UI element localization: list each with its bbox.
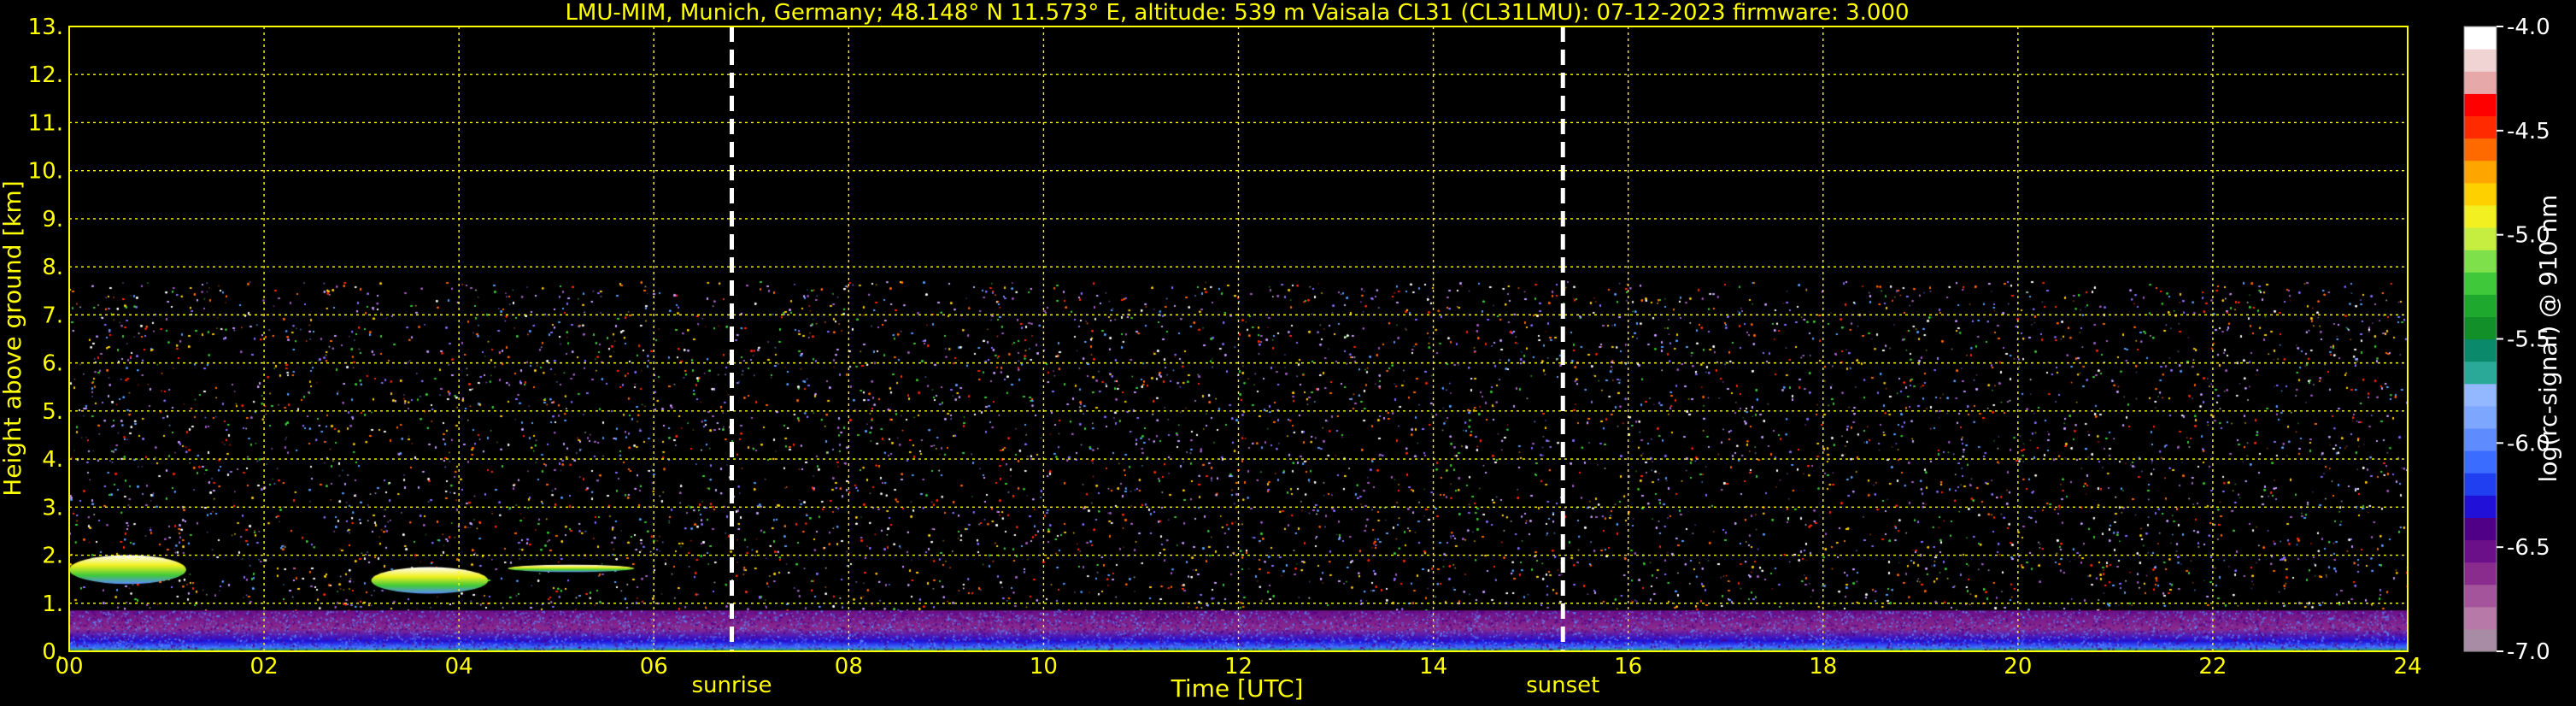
y-tick-label: 12. [28, 62, 63, 88]
colorbar-segment [2464, 584, 2497, 608]
x-tick-label: 22 [2198, 654, 2227, 680]
x-tick-label: 24 [2393, 654, 2421, 680]
colorbar-segment [2464, 338, 2497, 362]
colorbar-tick-label: -7.0 [2507, 639, 2550, 665]
sunrise-label: sunrise [691, 673, 772, 698]
y-tick-label: 3. [42, 495, 63, 521]
colorbar-segment [2464, 182, 2497, 206]
colorbar-segment [2464, 272, 2497, 295]
y-tick-label: 7. [42, 303, 63, 328]
colorbar-segment [2464, 361, 2497, 385]
colorbar-tick-label: -4.5 [2507, 119, 2550, 144]
colorbar-segment [2464, 49, 2497, 72]
colorbar-segment [2464, 250, 2497, 273]
x-tick-label: 20 [2004, 654, 2032, 680]
y-tick-label: 5. [42, 399, 63, 425]
colorbar-tick-label: -6.5 [2507, 535, 2550, 561]
x-axis-label: Time [UTC] [1171, 674, 1304, 703]
colorbar-segment [2464, 26, 2497, 50]
colorbar-segment [2464, 383, 2497, 407]
colorbar-segment [2464, 160, 2497, 184]
colorbar-segment [2464, 93, 2497, 117]
colorbar-label: log(rc-signal) @ 910 nm [2534, 195, 2562, 483]
x-tick-label: 02 [250, 654, 279, 680]
colorbar-segment [2464, 138, 2497, 162]
y-tick-label: 10. [28, 159, 63, 185]
x-tick-label: 18 [1809, 654, 1837, 680]
y-tick-label: 2. [42, 544, 63, 569]
y-tick-label: 6. [42, 351, 63, 377]
colorbar-segment [2464, 427, 2497, 451]
colorbar-segment [2464, 115, 2497, 139]
colorbar-segment [2464, 204, 2497, 228]
y-tick-label: 0. [42, 639, 63, 665]
x-tick-label: 14 [1419, 654, 1447, 680]
colorbar-segment [2464, 606, 2497, 630]
x-tick-label: 04 [445, 654, 473, 680]
y-tick-label: 9. [42, 207, 63, 232]
colorbar-segment [2464, 517, 2497, 541]
colorbar-segment [2464, 227, 2497, 250]
colorbar-segment [2464, 562, 2497, 585]
x-tick-label: 16 [1614, 654, 1642, 680]
x-tick-label: 08 [835, 654, 863, 680]
y-tick-label: 13. [28, 15, 63, 40]
colorbar-tick-label: -4.0 [2507, 15, 2550, 40]
chart-title: LMU-MIM, Munich, Germany; 48.148° N 11.5… [565, 0, 1909, 26]
sunset-label: sunset [1526, 673, 1599, 698]
ceilometer-chart: LMU-MIM, Munich, Germany; 48.148° N 11.5… [0, 0, 2576, 706]
colorbar-segment [2464, 71, 2497, 94]
colorbar-segment [2464, 473, 2497, 496]
colorbar-segment [2464, 405, 2497, 429]
colorbar-segment [2464, 294, 2497, 317]
y-tick-label: 4. [42, 447, 63, 473]
colorbar-segment [2464, 539, 2497, 563]
y-tick-label: 11. [28, 110, 63, 136]
colorbar-segment [2464, 450, 2497, 474]
x-tick-label: 10 [1030, 654, 1058, 680]
colorbar-segment [2464, 495, 2497, 518]
y-axis-label: Height above ground [km] [0, 180, 26, 497]
y-tick-label: 1. [42, 591, 63, 617]
colorbar-segment [2464, 628, 2497, 652]
x-tick-label: 06 [640, 654, 668, 680]
y-tick-label: 8. [42, 255, 63, 280]
colorbar-segment [2464, 316, 2497, 340]
